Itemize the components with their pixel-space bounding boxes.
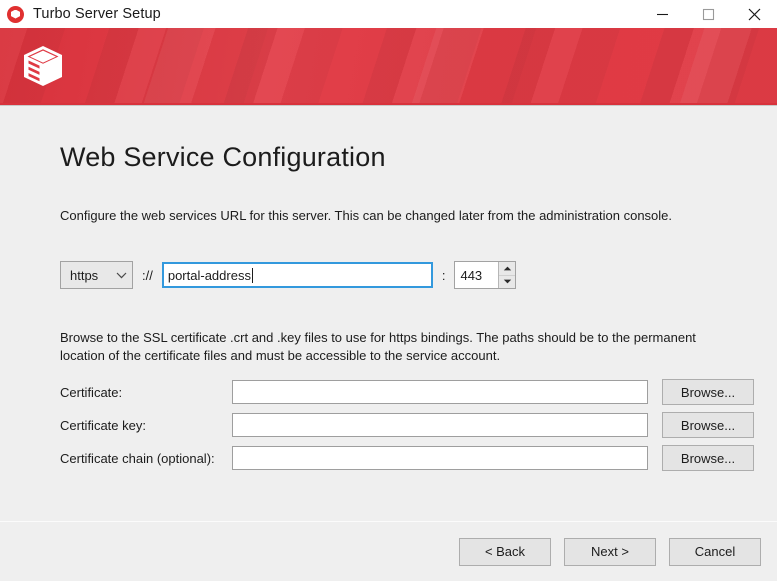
certificate-chain-input[interactable] (232, 446, 648, 470)
scheme-select[interactable]: https (60, 261, 133, 289)
port-separator: : (442, 268, 446, 283)
next-button[interactable]: Next > (564, 538, 656, 566)
wizard-page-content: Web Service Configuration Configure the … (0, 106, 777, 521)
scheme-select-value: https (70, 268, 112, 283)
port-spin-buttons (498, 262, 515, 288)
certificate-key-row: Certificate key: Browse... (60, 412, 717, 438)
certificate-chain-browse-button[interactable]: Browse... (662, 445, 754, 471)
certificate-row: Certificate: Browse... (60, 379, 717, 405)
spin-up-icon[interactable] (499, 262, 515, 276)
ssl-description: Browse to the SSL certificate .crt and .… (60, 329, 717, 365)
stacked-cube-logo (22, 44, 64, 88)
port-stepper[interactable]: 443 (454, 261, 516, 289)
certificate-label: Certificate: (60, 385, 232, 400)
certificate-chain-row: Certificate chain (optional): Browse... (60, 445, 717, 471)
page-description: Configure the web services URL for this … (60, 173, 717, 225)
certificate-browse-button[interactable]: Browse... (662, 379, 754, 405)
title-bar: Turbo Server Setup (0, 0, 777, 28)
port-input-value[interactable]: 443 (455, 262, 498, 288)
turbo-logo-icon (7, 6, 24, 23)
brand-banner (0, 28, 777, 103)
web-service-url-row: https :// portal-address : 443 (60, 261, 717, 289)
cancel-button[interactable]: Cancel (669, 538, 761, 566)
minimize-icon[interactable] (639, 0, 685, 28)
certificate-fields: Certificate: Browse... Certificate key: … (60, 379, 717, 471)
text-caret (252, 268, 253, 283)
chevron-down-icon (116, 272, 127, 279)
close-icon[interactable] (731, 0, 777, 28)
setup-wizard-window: Turbo Server Setup (0, 0, 777, 581)
host-address-input[interactable]: portal-address (162, 262, 433, 288)
wizard-footer: < Back Next > Cancel (0, 522, 777, 581)
banner-stripe-pattern-secondary (0, 28, 777, 103)
certificate-chain-label: Certificate chain (optional): (60, 451, 232, 466)
certificate-key-browse-button[interactable]: Browse... (662, 412, 754, 438)
maximize-icon[interactable] (685, 0, 731, 28)
certificate-input[interactable] (232, 380, 648, 404)
window-title: Turbo Server Setup (33, 6, 161, 22)
window-controls (639, 0, 777, 28)
back-button[interactable]: < Back (459, 538, 551, 566)
certificate-key-label: Certificate key: (60, 418, 232, 433)
certificate-key-input[interactable] (232, 413, 648, 437)
host-address-value: portal-address (168, 268, 251, 283)
page-title: Web Service Configuration (60, 106, 717, 173)
spin-down-icon[interactable] (499, 276, 515, 289)
protocol-separator: :// (142, 268, 153, 283)
